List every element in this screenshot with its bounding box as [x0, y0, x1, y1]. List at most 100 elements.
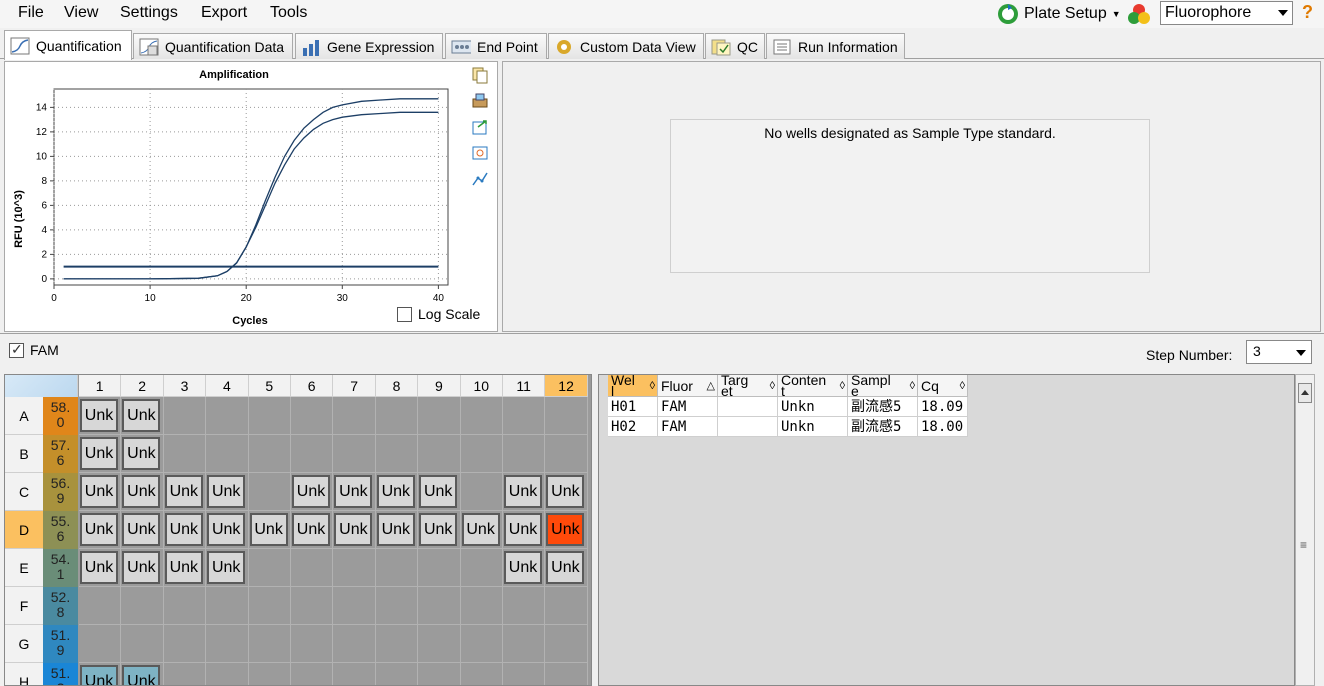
plate-cell[interactable] [503, 663, 546, 685]
well-A2[interactable]: Unk [122, 399, 161, 432]
well-D11[interactable]: Unk [504, 513, 542, 546]
well-D5[interactable]: Unk [249, 513, 288, 546]
plate-cell[interactable]: Unk [503, 549, 546, 587]
plate-cell[interactable] [248, 435, 291, 473]
plate-cell[interactable] [291, 663, 334, 685]
plate-cell[interactable] [206, 397, 249, 435]
zoom-chart-icon[interactable] [471, 144, 489, 162]
plate-cell[interactable] [375, 549, 419, 587]
plate-cell[interactable]: Unk [418, 473, 461, 511]
plate-cell[interactable] [375, 397, 419, 435]
plate-cell[interactable] [545, 625, 588, 663]
table-column-header[interactable]: Fluor △ [658, 375, 718, 397]
plate-cell[interactable] [163, 625, 207, 663]
plate-cell[interactable]: Unk [79, 663, 122, 685]
plate-cell[interactable]: Unk [163, 549, 207, 587]
plate-row-header[interactable]: F [5, 587, 43, 625]
plate-cell[interactable]: Unk [79, 473, 122, 511]
plate-cell[interactable]: Unk [163, 473, 207, 511]
tab-custom-data-view[interactable]: Custom Data View [548, 33, 704, 59]
plate-cell[interactable] [545, 435, 588, 473]
plate-cell[interactable] [248, 625, 291, 663]
plate-column-header[interactable]: 8 [375, 375, 419, 397]
plate-cell[interactable]: Unk [79, 511, 122, 549]
amplification-chart[interactable]: Amplification Cycles RFU (10^3) 0 2 4 6 8 10 1… [5, 62, 465, 328]
plate-cell[interactable] [206, 625, 249, 663]
plate-cell[interactable] [460, 473, 503, 511]
plate-cell[interactable]: Unk [333, 473, 376, 511]
sort-icon[interactable]: ◊ [770, 375, 775, 396]
tab-quantification-data[interactable]: Quantification Data [133, 33, 293, 59]
plate-cell[interactable] [248, 397, 291, 435]
plate-cell[interactable] [291, 587, 334, 625]
plate-cell[interactable] [291, 397, 334, 435]
plate-cell[interactable] [418, 587, 461, 625]
plate-column-header[interactable]: 6 [291, 375, 334, 397]
plate-column-header[interactable]: 11 [503, 375, 546, 397]
plate-cell[interactable] [418, 397, 461, 435]
plate-cell[interactable] [291, 549, 334, 587]
log-scale-toggle[interactable]: Log Scale [397, 306, 480, 322]
table-cell[interactable]: 18.00 [918, 417, 968, 437]
fam-checkbox[interactable] [9, 341, 24, 358]
plate-cell[interactable] [79, 625, 122, 663]
well-H2[interactable]: Unk [122, 665, 161, 685]
plate-cell[interactable] [545, 397, 588, 435]
well-E1[interactable]: Unk [80, 551, 118, 584]
table-cell[interactable]: FAM [658, 397, 718, 417]
plate-cell[interactable]: Unk [121, 435, 164, 473]
plate-cell[interactable]: Unk [206, 549, 249, 587]
table-cell[interactable]: Unkn [778, 417, 848, 437]
step-number-select[interactable]: 3 [1246, 340, 1312, 364]
plate-row-header[interactable]: B [5, 435, 43, 473]
plate-cell[interactable] [460, 625, 503, 663]
print-icon[interactable] [471, 92, 489, 110]
plate-cell[interactable] [545, 663, 588, 685]
plate-cell[interactable] [461, 663, 503, 685]
plate-column-header[interactable]: 10 [460, 375, 503, 397]
plate-cell[interactable] [206, 587, 249, 625]
plate-column-header[interactable]: 7 [333, 375, 376, 397]
well-B1[interactable]: Unk [80, 437, 118, 470]
well-C2[interactable]: Unk [122, 475, 161, 508]
plate-cell[interactable] [248, 473, 291, 511]
sort-icon[interactable]: ◊ [650, 375, 655, 396]
well-D7[interactable]: Unk [334, 513, 373, 546]
plate-cell[interactable]: Unk [375, 511, 419, 549]
table-cell[interactable] [718, 397, 778, 417]
export-icon[interactable] [471, 118, 489, 136]
plate-cell[interactable]: Unk [545, 511, 588, 549]
well-C3[interactable]: Unk [164, 475, 203, 508]
plate-cell[interactable] [163, 397, 207, 435]
plate-cell[interactable]: Unk [545, 549, 588, 587]
fluorophore-select[interactable]: Fluorophore [1160, 1, 1293, 25]
plate-cell[interactable] [418, 435, 461, 473]
tab-end-point[interactable]: End Point [445, 33, 547, 59]
plate-cell[interactable]: Unk [333, 511, 376, 549]
plate-cell[interactable]: Unk [206, 473, 249, 511]
plate-cell[interactable] [121, 625, 164, 663]
plate-cell[interactable] [206, 435, 249, 473]
log-scale-checkbox[interactable] [397, 306, 412, 322]
plate-cell[interactable] [291, 435, 334, 473]
plate-column-header[interactable]: 5 [248, 375, 291, 397]
plate-cell[interactable]: Unk [248, 511, 291, 549]
well-D10[interactable]: Unk [461, 513, 500, 546]
tab-run-information[interactable]: Run Information [766, 33, 905, 59]
well-D4[interactable]: Unk [207, 513, 246, 546]
plate-cell[interactable] [460, 587, 503, 625]
sort-icon[interactable]: ◊ [960, 375, 965, 396]
table-column-header[interactable]: Cq ◊ [918, 375, 968, 397]
well-E2[interactable]: Unk [122, 551, 161, 584]
fam-toggle[interactable]: FAM [9, 341, 59, 358]
plate-column-header[interactable]: 4 [206, 375, 249, 397]
table-column-header[interactable]: Sampl e ◊ [848, 375, 918, 397]
table-cell[interactable]: H02 [608, 417, 658, 437]
plate-cell[interactable]: Unk [121, 549, 164, 587]
plate-cell[interactable] [460, 549, 503, 587]
well-E4[interactable]: Unk [207, 551, 246, 584]
plate-cell[interactable] [503, 587, 546, 625]
table-cell[interactable]: H01 [608, 397, 658, 417]
well-C6[interactable]: Unk [292, 475, 330, 508]
plate-row-header[interactable]: H [5, 663, 43, 685]
